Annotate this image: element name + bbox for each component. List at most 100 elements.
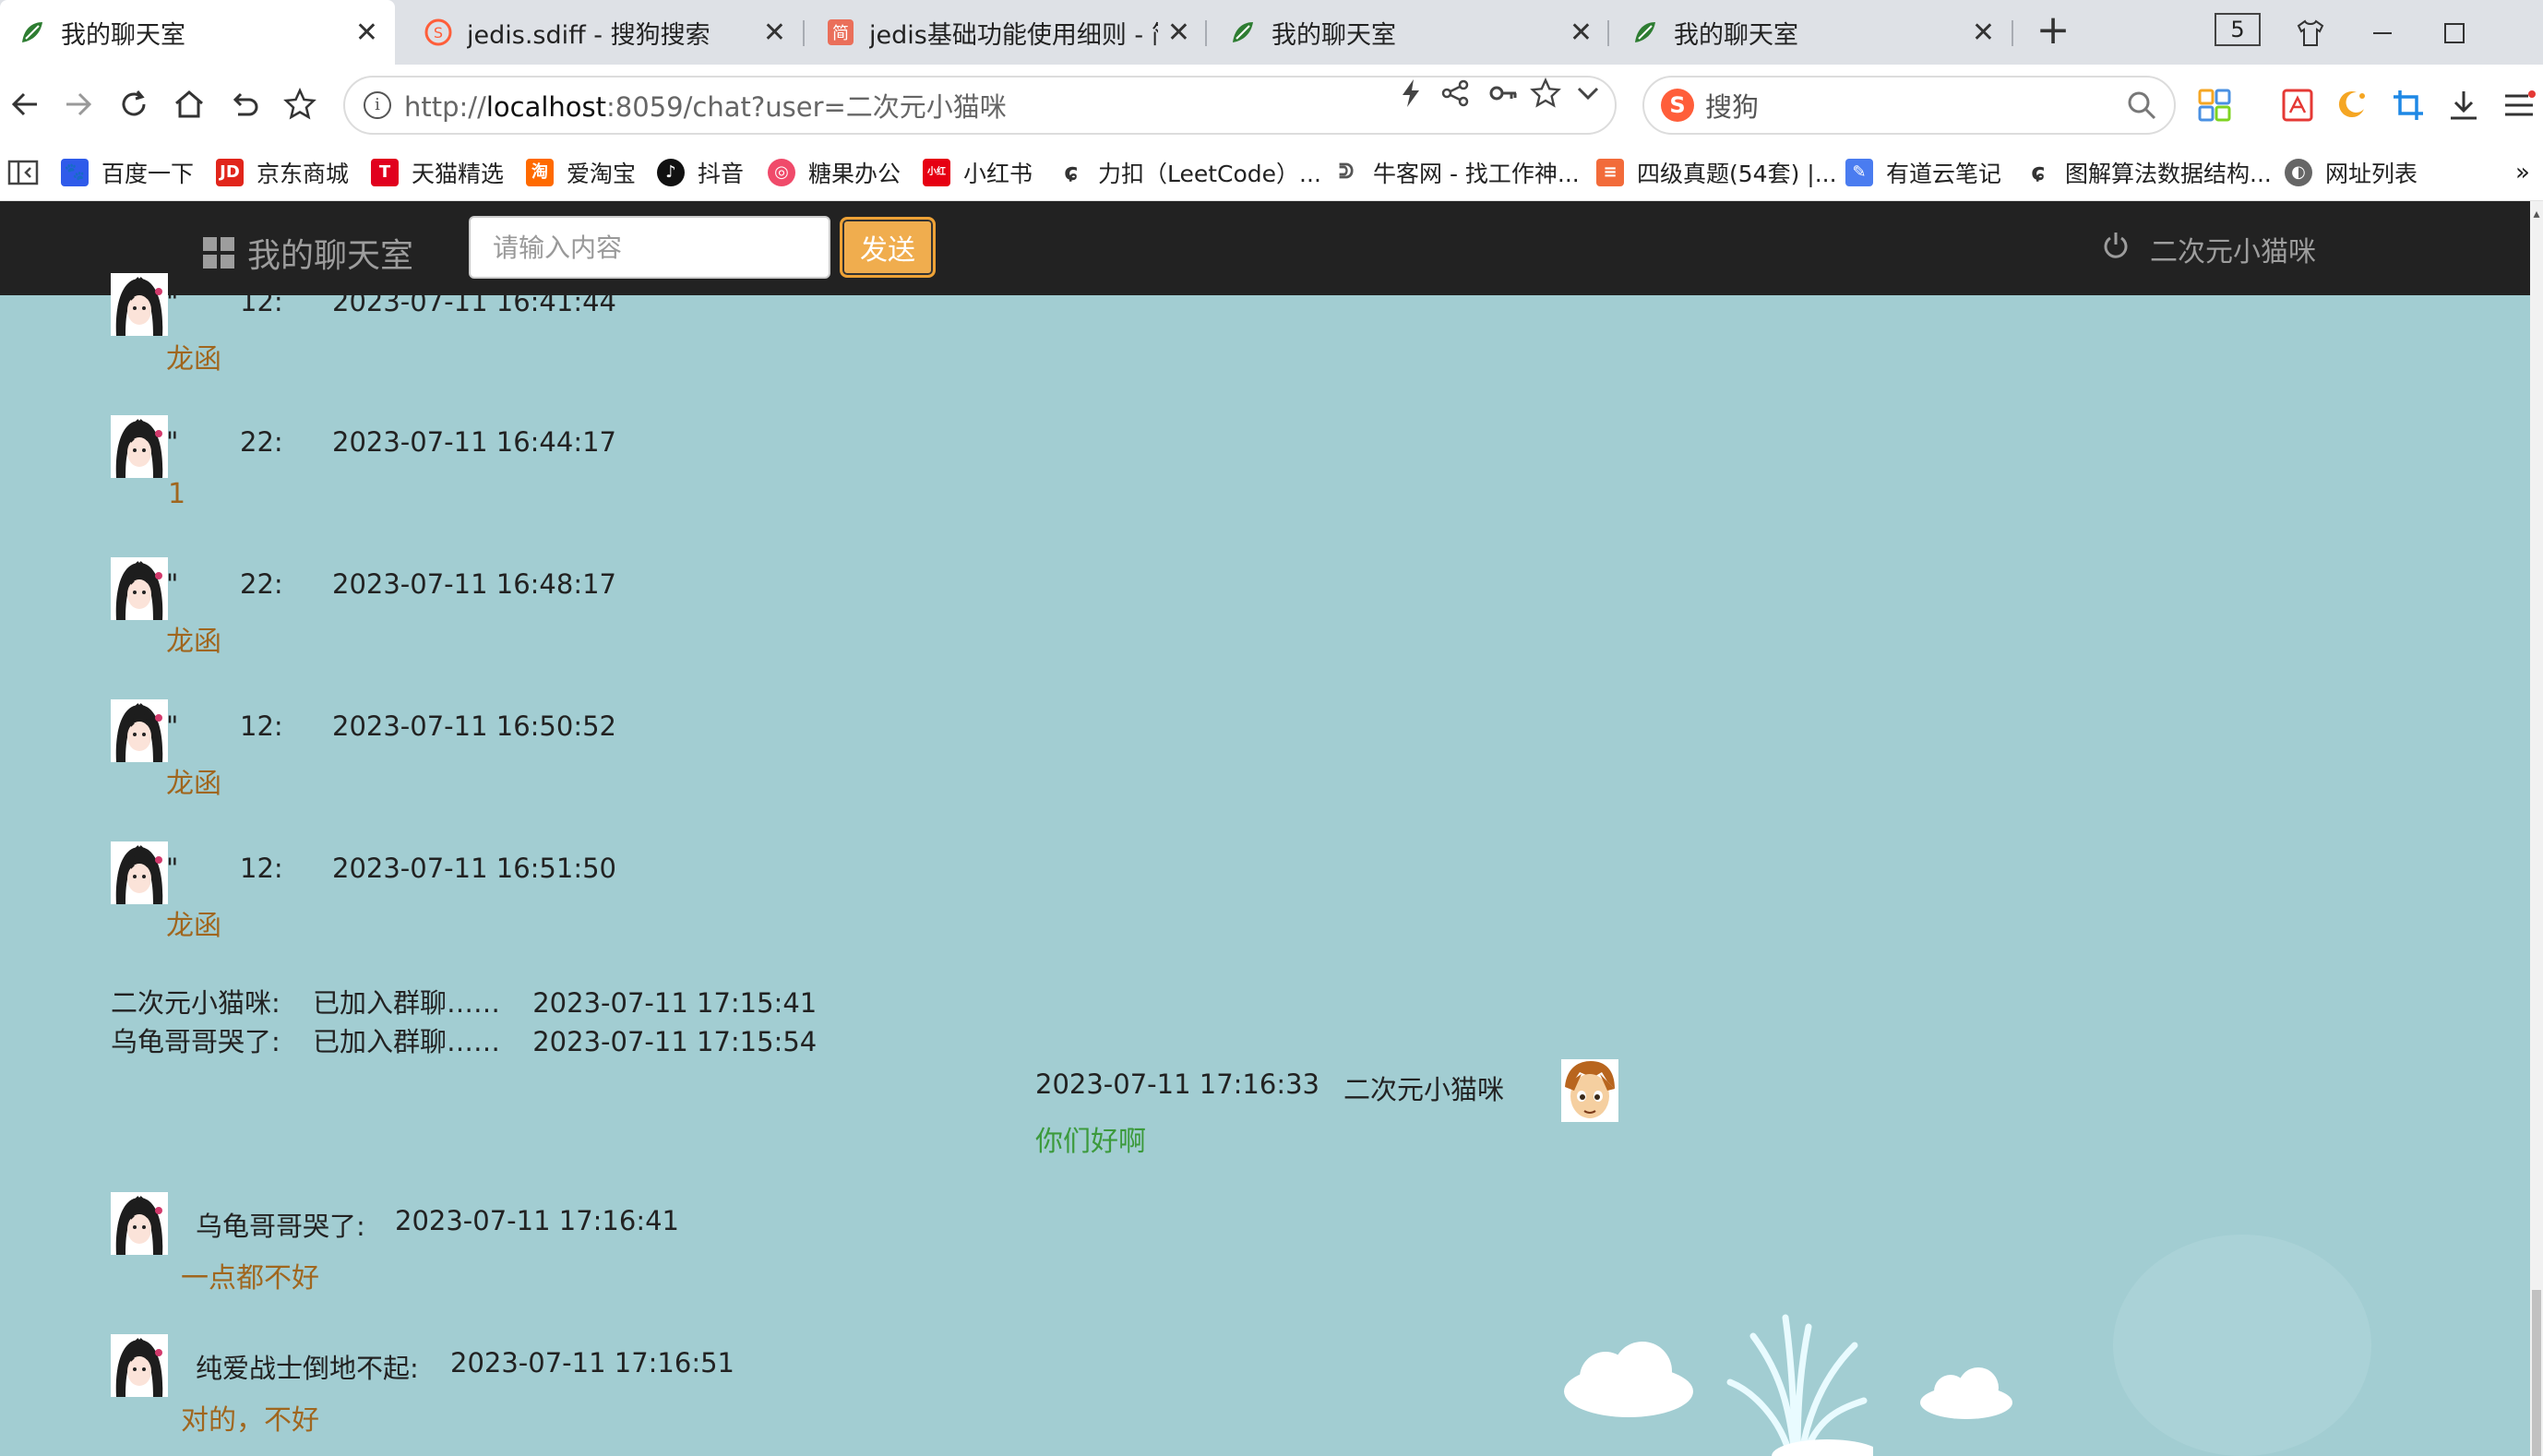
tab-title: jedis基础功能使用细则 - 简书: [869, 20, 1158, 50]
close-icon[interactable]: ✕: [763, 17, 786, 49]
self-message-user: 二次元小猫咪: [1343, 1074, 1505, 1105]
message-text: 龙函: [166, 343, 221, 376]
message-sender: 22:: [240, 568, 283, 600]
bookmark-label: 小红书: [963, 161, 1033, 187]
tab-chat-3[interactable]: 我的聊天室 ✕: [1613, 0, 2012, 65]
close-icon[interactable]: ✕: [355, 17, 378, 49]
message-input[interactable]: [469, 216, 830, 279]
bookmark-label: 有道云笔记: [1886, 161, 2002, 187]
bookmark-douyin[interactable]: ♪ 抖音: [657, 156, 744, 189]
message-sender: 乌龟哥哥哭了:: [196, 1211, 365, 1242]
svg-text:简: 简: [832, 24, 849, 43]
system-action: 已加入群聊……: [313, 1026, 501, 1057]
bookmark-label: 爱淘宝: [567, 161, 637, 187]
bookmark-jd[interactable]: JD 京东商城: [216, 156, 349, 189]
bookmark-candy[interactable]: ◎ 糖果办公: [768, 156, 901, 189]
new-tab-button[interactable]: +: [2030, 9, 2076, 55]
bookmark-baidu[interactable]: 🐾 百度一下: [61, 156, 194, 189]
bookmarks-bar: 🐾 百度一下 JD 京东商城 T 天猫精选 淘 爱淘宝 ♪ 抖音 ◎ 糖果办公 …: [0, 144, 2543, 201]
system-notice: 二次元小猫咪: 已加入群聊…… 2023-07-11 17:15:41: [111, 982, 817, 1020]
tab-chat-1[interactable]: 我的聊天室 ✕: [0, 0, 395, 65]
chat-page: 我的聊天室 发送 二次元小猫咪 ▴ " 12: 2023-07-11 16:41…: [0, 201, 2543, 1456]
tab-sogou[interactable]: S jedis.sdiff - 搜狗搜索 ✕: [406, 0, 803, 65]
tab-strip: 我的聊天室 ✕ S jedis.sdiff - 搜狗搜索 ✕ 简 jedis基础…: [0, 0, 2543, 65]
self-message-text: 你们好啊: [1035, 1126, 1146, 1158]
avatar: [111, 1334, 168, 1397]
quote-mark: ": [166, 710, 179, 742]
undo-close-tab-button[interactable]: [220, 79, 269, 129]
search-box[interactable]: S 搜狗: [1642, 76, 2176, 135]
tab-chat-2[interactable]: 我的聊天室 ✕: [1211, 0, 1609, 65]
bookmark-nowcoder[interactable]: ᕲ 牛客网 - 找工作神...: [1332, 156, 1580, 189]
close-icon[interactable]: ✕: [1167, 17, 1190, 49]
forward-button[interactable]: [54, 79, 103, 129]
chat-leaf-icon: [17, 17, 48, 48]
grid-icon: [203, 237, 234, 269]
bookmark-xiaohongshu[interactable]: 小红 小红书: [923, 156, 1033, 189]
power-icon[interactable]: [2102, 231, 2130, 269]
scrollbar-thumb[interactable]: [2532, 1290, 2541, 1456]
message-text: 龙函: [166, 768, 221, 800]
doc-icon: ≡: [1596, 159, 1624, 186]
maximize-button[interactable]: [2429, 7, 2480, 59]
pdf-icon[interactable]: [2277, 85, 2318, 125]
bookmark-taobao[interactable]: 淘 爱淘宝: [526, 156, 636, 189]
close-icon[interactable]: ✕: [1570, 17, 1593, 49]
bookmark-star-icon[interactable]: [1530, 77, 1561, 116]
globe-icon: ◐: [2285, 159, 2312, 186]
message-text: 龙函: [166, 910, 221, 942]
scrollbar-up-arrow[interactable]: ▴: [2530, 201, 2543, 295]
minimize-button[interactable]: [2357, 7, 2408, 59]
skin-shirt-icon[interactable]: [2285, 7, 2336, 59]
bookmark-url-list[interactable]: ◐ 网址列表: [2285, 156, 2418, 189]
search-icon[interactable]: [2126, 90, 2157, 127]
back-button[interactable]: [0, 79, 50, 129]
sogou-icon: S: [423, 17, 454, 48]
close-icon[interactable]: ✕: [1972, 17, 1995, 49]
moon-icon[interactable]: [2331, 85, 2371, 125]
bookmark-leetcode[interactable]: ɕ 力扣（LeetCode）...: [1057, 156, 1321, 189]
nowcoder-icon: ᕲ: [1338, 161, 1355, 184]
bookmark-youdao[interactable]: ✎ 有道云笔记: [1845, 156, 2001, 189]
more-bookmarks-icon[interactable]: »: [2515, 156, 2530, 189]
reload-button[interactable]: [109, 79, 159, 129]
crop-screenshot-icon[interactable]: [2388, 85, 2429, 125]
current-user[interactable]: 二次元小猫咪: [2102, 229, 2316, 269]
favorite-star-button[interactable]: [275, 79, 325, 129]
avatar: [111, 841, 168, 904]
tab-count-button[interactable]: 5: [2215, 13, 2261, 46]
home-button[interactable]: [164, 79, 214, 129]
cloud-decoration: [1564, 1342, 1693, 1417]
share-icon[interactable]: [1439, 78, 1471, 116]
message-sender: 12:: [240, 710, 283, 742]
info-icon[interactable]: i: [364, 91, 391, 119]
scrollbar-track[interactable]: [2530, 295, 2543, 1456]
baidu-icon: 🐾: [61, 159, 89, 186]
download-icon[interactable]: [2443, 85, 2484, 125]
key-icon[interactable]: [1487, 78, 1519, 116]
quote-mark: ": [166, 568, 179, 600]
system-time: 2023-07-11 17:15:41: [532, 987, 818, 1019]
message-time: 2023-07-11 16:48:17: [332, 568, 616, 600]
quote-mark: ": [166, 426, 179, 458]
bookmark-label: 图解算法数据结构...: [2065, 161, 2272, 187]
jianshu-icon: 简: [825, 17, 856, 48]
send-button[interactable]: 发送: [840, 217, 936, 278]
chevron-down-icon[interactable]: [1574, 78, 1602, 116]
sidebar-toggle-icon[interactable]: [7, 156, 39, 189]
bookmark-cet4[interactable]: ≡ 四级真题(54套) |...: [1596, 156, 1837, 189]
avatar: [111, 699, 168, 762]
jd-icon: JD: [216, 159, 244, 186]
address-bar[interactable]: i http://localhost:8059/chat?user=二次元小猫咪: [343, 76, 1617, 135]
lightning-icon[interactable]: [1399, 78, 1423, 116]
message-text: 1: [168, 478, 186, 510]
tab-jianshu[interactable]: 简 jedis基础功能使用细则 - 简书 ✕: [808, 0, 1207, 65]
apps-grid-icon[interactable]: [2194, 85, 2235, 125]
brand[interactable]: 我的聊天室: [203, 229, 413, 277]
bookmark-algorithm[interactable]: ɕ 图解算法数据结构...: [2024, 156, 2272, 189]
menu-icon[interactable]: [2499, 85, 2539, 125]
tab-title: 我的聊天室: [1674, 20, 1798, 50]
bookmark-tmall[interactable]: T 天猫精选: [371, 156, 504, 189]
tmall-icon: T: [371, 159, 399, 186]
message-time: 2023-07-11 17:16:41: [395, 1205, 679, 1236]
